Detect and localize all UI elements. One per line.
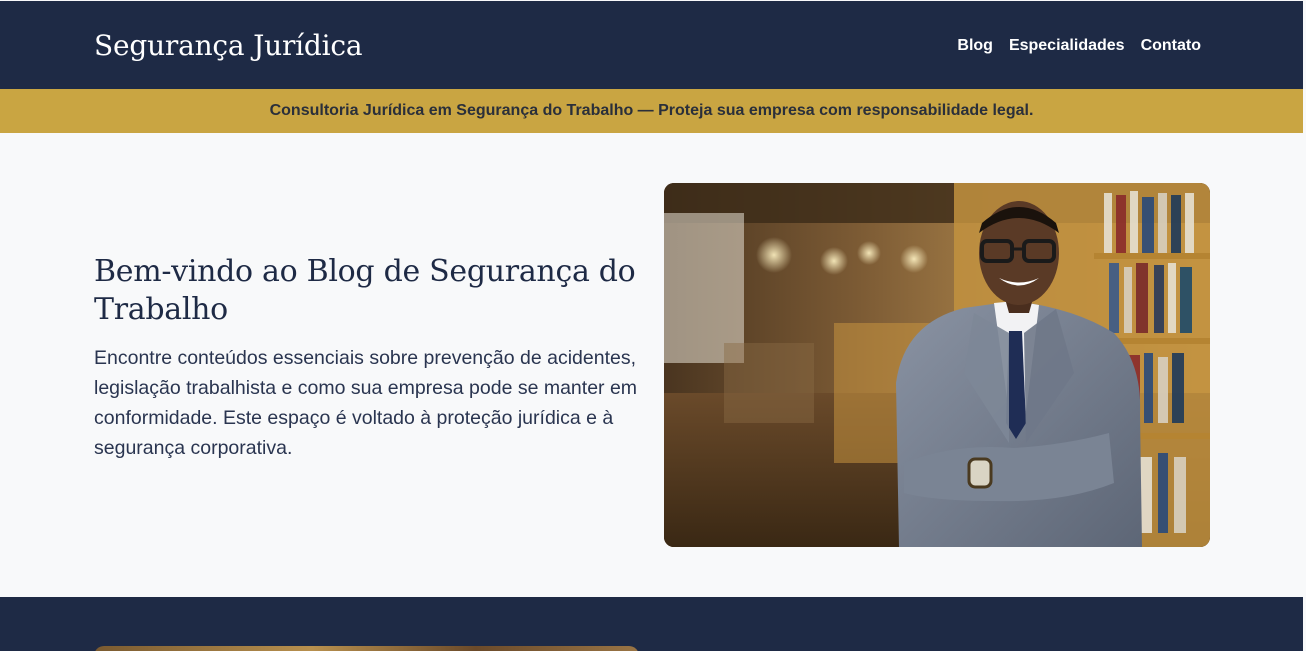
announcement-banner: Consultoria Jurídica em Segurança do Tra… (0, 89, 1303, 133)
hero-description: Encontre conteúdos essenciais sobre prev… (94, 347, 638, 459)
hero-title: Bem-vindo ao Blog de Segurança do Trabal… (94, 254, 636, 327)
nav-link-especialidades[interactable]: Especialidades (1009, 34, 1125, 58)
site-header: Segurança Jurídica Blog Especialidades C… (0, 1, 1303, 89)
dark-section (0, 597, 1303, 651)
main-nav: Blog Especialidades Contato (957, 34, 1201, 58)
brand-logo[interactable]: Segurança Jurídica (94, 28, 363, 64)
nav-link-blog[interactable]: Blog (957, 34, 993, 58)
article-card-image-peek (94, 646, 639, 651)
hero-image (664, 183, 1210, 547)
nav-link-contato[interactable]: Contato (1141, 34, 1201, 58)
banner-text: Consultoria Jurídica em Segurança do Tra… (269, 102, 1034, 119)
page: Segurança Jurídica Blog Especialidades C… (0, 0, 1303, 651)
hero-photo-illustration (664, 183, 1210, 547)
